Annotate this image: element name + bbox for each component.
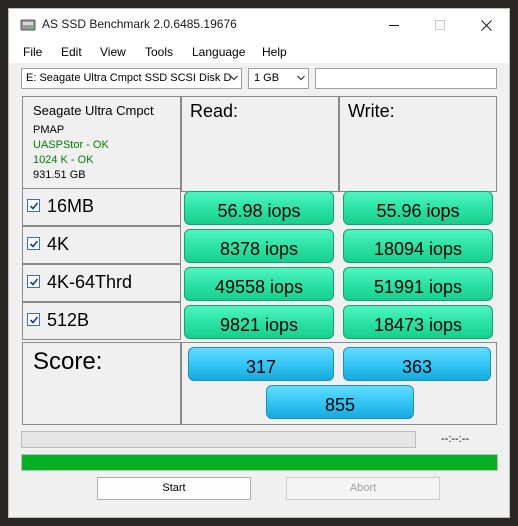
size-select-value: 1 GB <box>254 72 280 84</box>
maximize-button <box>417 9 463 41</box>
row-label-16mb: 16MB <box>47 196 95 216</box>
total-progress-fill <box>22 455 497 470</box>
menu-language[interactable]: Language <box>192 45 245 59</box>
minimize-button[interactable] <box>371 9 417 41</box>
result-512b-write: 18473 iops <box>343 305 493 339</box>
row-label-4k: 4K <box>47 234 70 254</box>
result-512b-read: 9821 iops <box>184 305 334 339</box>
checkmark-icon <box>29 202 39 210</box>
drive-capacity: 931.51 GB <box>33 169 86 181</box>
score-read: 317 <box>188 347 334 381</box>
score-total: 855 <box>266 385 414 419</box>
title-bar[interactable]: AS SSD Benchmark 2.0.6485.19676 <box>9 9 509 41</box>
result-4k-write: 18094 iops <box>343 229 493 263</box>
minimize-icon <box>389 24 399 26</box>
checkmark-icon <box>29 278 39 286</box>
menu-help[interactable]: Help <box>262 45 287 59</box>
maximize-icon <box>435 20 445 30</box>
alignment-status: 1024 K - OK <box>33 154 94 166</box>
score-label: Score: <box>33 348 103 375</box>
total-progress-bar <box>21 454 498 471</box>
window-title: AS SSD Benchmark 2.0.6485.19676 <box>42 17 237 31</box>
checkbox-512b[interactable] <box>27 313 40 326</box>
result-4k-read: 8378 iops <box>184 229 334 263</box>
row-label-4k64: 4K-64Thrd <box>47 272 133 292</box>
blank-input[interactable] <box>315 68 497 89</box>
row-label-512b: 512B <box>47 310 90 330</box>
checkmark-icon <box>29 316 39 324</box>
chevron-down-icon <box>297 75 305 81</box>
row-panel-16mb <box>22 188 181 226</box>
result-4k64-read: 49558 iops <box>184 267 334 301</box>
drive-select-value: E: Seagate Ultra Cmpct SSD SCSI Disk D <box>26 72 232 84</box>
checkmark-icon <box>29 240 39 248</box>
drive-name: Seagate Ultra Cmpct <box>33 103 154 118</box>
abort-button: Abort <box>286 477 440 500</box>
result-4k64-write: 51991 iops <box>343 267 493 301</box>
menu-view[interactable]: View <box>100 45 126 59</box>
write-header: Write: <box>348 101 395 121</box>
disk-drive-icon <box>20 19 36 31</box>
read-header: Read: <box>190 101 239 121</box>
row-panel-512b <box>22 302 181 340</box>
driver-status: UASPStor - OK <box>33 139 109 151</box>
score-write: 363 <box>343 347 491 381</box>
start-button[interactable]: Start <box>97 477 251 500</box>
close-icon <box>480 19 492 31</box>
close-button[interactable] <box>463 9 509 41</box>
drive-firmware: PMAP <box>33 124 65 136</box>
row-panel-4k <box>22 226 181 264</box>
menu-file[interactable]: File <box>23 45 42 59</box>
result-16mb-write: 55.96 iops <box>343 191 493 225</box>
app-window: AS SSD Benchmark 2.0.6485.19676 File Edi… <box>8 8 510 518</box>
menu-edit[interactable]: Edit <box>61 45 82 59</box>
result-16mb-read: 56.98 iops <box>184 191 334 225</box>
size-select[interactable]: 1 GB <box>248 68 309 89</box>
test-progress-bar <box>21 431 416 448</box>
checkbox-4k64[interactable] <box>27 275 40 288</box>
menu-bar: File Edit View Tools Language Help <box>9 41 509 63</box>
chevron-down-icon <box>230 75 238 81</box>
checkbox-4k[interactable] <box>27 237 40 250</box>
checkbox-16mb[interactable] <box>27 199 40 212</box>
menu-tools[interactable]: Tools <box>145 45 173 59</box>
drive-select[interactable]: E: Seagate Ultra Cmpct SSD SCSI Disk D <box>21 68 242 89</box>
elapsed-time: --:--:-- <box>441 433 470 445</box>
